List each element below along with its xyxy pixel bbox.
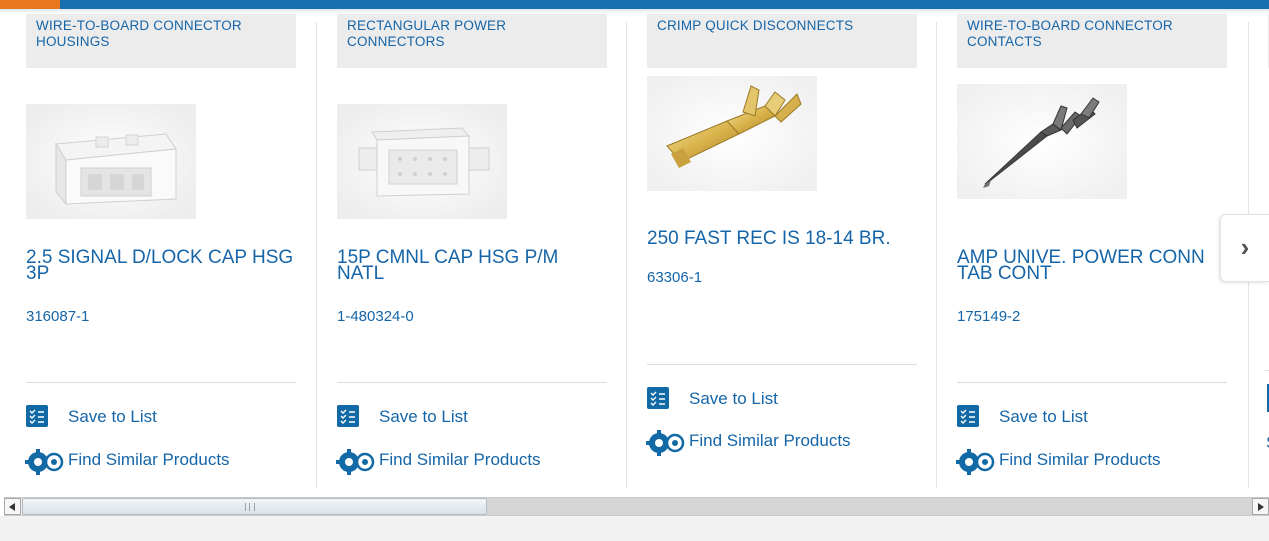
- find-similar-products-label: Find Similar Products: [68, 450, 230, 469]
- carousel-next-button[interactable]: ›: [1220, 214, 1269, 282]
- horizontal-scrollbar[interactable]: [4, 497, 1269, 516]
- save-to-list-label: Save to List: [689, 389, 778, 408]
- product-card: WIRE-TO-BOARD CONNECTOR HOUSINGS 2.5 SIG…: [25, 14, 296, 490]
- arrow-right-icon: [1258, 503, 1264, 511]
- grip-icon: [245, 503, 255, 511]
- product-image[interactable]: [957, 84, 1127, 199]
- checklist-icon: [647, 387, 669, 409]
- find-similar-products-button[interactable]: Find Similar Products: [956, 448, 1227, 476]
- scroll-right-button[interactable]: [1252, 498, 1269, 515]
- product-title[interactable]: AMP UNIVE. POWER CONN TAB CONT: [957, 248, 1227, 283]
- card-divider: [337, 382, 607, 383]
- product-card: WIRE-TO-BOARD CONNECTOR CONTACTS AMP UNI…: [956, 14, 1227, 490]
- find-similar-products-label: Find Similar Products: [379, 450, 541, 469]
- part-number[interactable]: 63306-1: [647, 269, 702, 286]
- find-similar-products-label: Find Similar Products: [689, 431, 851, 450]
- card-divider: [26, 382, 296, 383]
- product-category[interactable]: CRIMP QUICK DISCONNECTS: [647, 14, 917, 68]
- product-carousel: WIRE-TO-BOARD CONNECTOR HOUSINGS 2.5 SIG…: [0, 14, 1269, 490]
- product-category[interactable]: RECTANGULAR POWER CONNECTORS: [337, 14, 607, 68]
- page-bottom-area: [0, 516, 1269, 541]
- gears-icon: [336, 449, 375, 475]
- part-number[interactable]: 175149-2: [957, 308, 1020, 325]
- card-divider: [647, 364, 917, 365]
- card-separator: [626, 22, 627, 488]
- product-image[interactable]: [647, 76, 817, 191]
- part-number[interactable]: 1-480324-0: [337, 308, 414, 325]
- find-similar-products-button[interactable]: Find Similar Products: [336, 448, 607, 476]
- save-to-list-button[interactable]: Save to List: [957, 405, 1227, 429]
- save-to-list-label: Save to List: [999, 407, 1088, 426]
- save-to-list-button[interactable]: Save to List: [26, 405, 296, 429]
- product-title[interactable]: 250 FAST REC IS 18-14 BR.: [647, 229, 917, 248]
- product-card: RECTANGULAR POWER CONNECTORS 15P CMNL CA…: [336, 14, 607, 490]
- product-title[interactable]: 2.5 SIGNAL D/LOCK CAP HSG 3P: [26, 248, 296, 283]
- save-to-list-label: Save to List: [379, 407, 468, 426]
- product-category[interactable]: WIRE-TO-BOARD CONNECTOR HOUSINGS: [26, 14, 296, 68]
- arrow-left-icon: [9, 503, 15, 511]
- product-image[interactable]: [337, 104, 507, 219]
- save-to-list-button[interactable]: Save to List: [337, 405, 607, 429]
- product-category[interactable]: WIRE-TO-BOARD CONNECTOR CONTACTS: [957, 14, 1227, 68]
- find-similar-products-button[interactable]: Find Similar Products: [646, 429, 917, 457]
- card-separator: [316, 22, 317, 488]
- scrollbar-thumb[interactable]: [22, 498, 487, 515]
- card-divider: [957, 382, 1227, 383]
- scrollbar-track[interactable]: [487, 498, 1252, 515]
- gears-icon: [646, 430, 685, 456]
- gears-icon: [956, 449, 995, 475]
- card-separator: [936, 22, 937, 488]
- product-title[interactable]: 15P CMNL CAP HSG P/M NATL: [337, 248, 607, 283]
- checklist-icon: [957, 405, 979, 427]
- product-card: CRIMP QUICK DISCONNECTS 250 FAST REC IS …: [646, 14, 917, 490]
- find-similar-products-button[interactable]: Find Similar Products: [25, 448, 296, 476]
- checklist-icon: [26, 405, 48, 427]
- chevron-right-icon: ›: [1240, 232, 1250, 262]
- find-similar-products-label: Find Similar Products: [999, 450, 1161, 469]
- save-to-list-label: Save to List: [68, 407, 157, 426]
- gears-icon: [25, 449, 64, 475]
- card-divider: [1265, 370, 1269, 371]
- save-to-list-button[interactable]: Save to List: [647, 387, 917, 411]
- product-image[interactable]: [26, 104, 196, 219]
- checklist-icon: [337, 405, 359, 427]
- scroll-left-button[interactable]: [4, 498, 21, 515]
- top-accent-bar: [0, 0, 1269, 14]
- part-number[interactable]: 316087-1: [26, 308, 89, 325]
